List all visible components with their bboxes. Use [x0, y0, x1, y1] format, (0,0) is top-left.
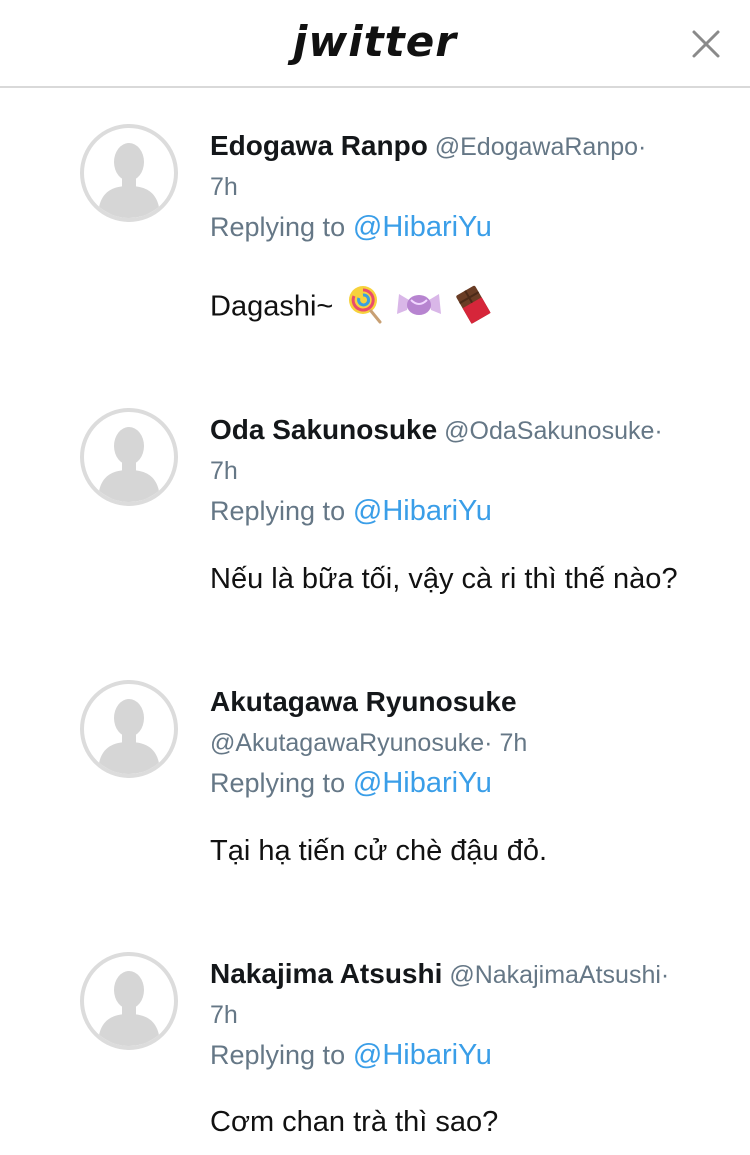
- handle-time-line: @AkutagawaRyunosuke· 7h: [210, 723, 740, 763]
- reply-text: Tại hạ tiến cử chè đậu đỏ.: [210, 835, 548, 867]
- separator-dot: ·: [654, 417, 663, 445]
- reply-time: 7h: [499, 729, 528, 757]
- reply-time: 7h: [210, 173, 238, 201]
- author-line: Edogawa Ranpo @EdogawaRanpo·: [210, 126, 740, 167]
- default-avatar-icon: [98, 427, 160, 502]
- author-name[interactable]: Nakajima Atsushi: [210, 958, 442, 989]
- author-handle[interactable]: @NakajimaAtsushi: [449, 961, 661, 989]
- mention-link[interactable]: @HibariYu: [353, 1039, 492, 1071]
- lollipop-emoji-icon: [345, 284, 385, 332]
- author-line: Nakajima Atsushi @NakajimaAtsushi·: [210, 954, 740, 995]
- author-line: Oda Sakunosuke @OdaSakunosuke·: [210, 410, 740, 451]
- mention-link[interactable]: @HibariYu: [353, 767, 492, 799]
- reply-text: Nếu là bữa tối, vậy cà ri thì thế nào?: [210, 563, 678, 595]
- author-name[interactable]: Edogawa Ranpo: [210, 130, 428, 161]
- replying-to-label: Replying to: [210, 1040, 346, 1070]
- author-handle[interactable]: @EdogawaRanpo: [435, 133, 638, 161]
- mention-link[interactable]: @HibariYu: [353, 495, 492, 527]
- close-icon: [692, 30, 720, 58]
- reply-text: Dagashi~: [210, 284, 494, 332]
- candy-emoji-icon: [397, 284, 442, 332]
- author-name[interactable]: Akutagawa Ryunosuke: [210, 686, 517, 717]
- replying-to-line: Replying to @HibariYu: [210, 491, 740, 531]
- avatar[interactable]: [80, 952, 178, 1050]
- author-name[interactable]: Oda Sakunosuke: [210, 414, 437, 445]
- author-handle[interactable]: @AkutagawaRyunosuke: [210, 729, 484, 757]
- default-avatar-icon: [98, 971, 160, 1046]
- app-logo: jwitter: [293, 17, 457, 66]
- avatar[interactable]: [80, 124, 178, 222]
- mention-link[interactable]: @HibariYu: [353, 211, 492, 243]
- default-avatar-icon: [98, 699, 160, 774]
- chocolate-bar-emoji-icon: [454, 284, 494, 332]
- close-button[interactable]: [688, 26, 724, 62]
- replying-to-label: Replying to: [210, 212, 346, 242]
- separator-dot: ·: [660, 961, 670, 989]
- replying-to-label: Replying to: [210, 496, 346, 526]
- reply-text-body: Dagashi~: [210, 290, 334, 323]
- reply-time: 7h: [210, 1001, 238, 1029]
- separator-dot: ·: [638, 133, 647, 161]
- app-header: jwitter: [0, 0, 750, 88]
- avatar[interactable]: [80, 680, 178, 778]
- reply-meta: Edogawa Ranpo @EdogawaRanpo· 7h Replying…: [210, 126, 740, 247]
- replying-to-line: Replying to @HibariYu: [210, 763, 740, 803]
- replying-to-label: Replying to: [210, 768, 346, 798]
- reply-time: 7h: [210, 457, 238, 485]
- separator-dot: ·: [484, 729, 493, 757]
- reply-meta: Nakajima Atsushi @NakajimaAtsushi· 7h Re…: [210, 954, 740, 1075]
- default-avatar-icon: [98, 143, 160, 218]
- avatar[interactable]: [80, 408, 178, 506]
- reply-text: Cơm chan trà thì sao?: [210, 1106, 499, 1138]
- reply-meta: Akutagawa Ryunosuke @AkutagawaRyunosuke·…: [210, 682, 740, 803]
- replying-to-line: Replying to @HibariYu: [210, 1035, 740, 1075]
- reply-meta: Oda Sakunosuke @OdaSakunosuke· 7h Replyi…: [210, 410, 740, 531]
- author-handle[interactable]: @OdaSakunosuke: [444, 417, 654, 445]
- replying-to-line: Replying to @HibariYu: [210, 207, 740, 247]
- author-line: Akutagawa Ryunosuke: [210, 682, 740, 723]
